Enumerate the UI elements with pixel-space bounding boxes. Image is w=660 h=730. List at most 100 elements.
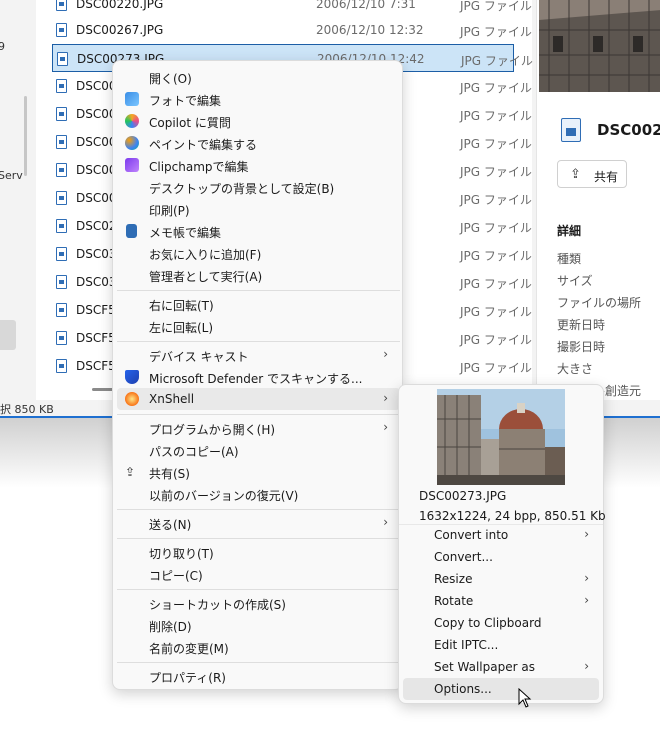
- chevron-right-icon: ›: [383, 347, 388, 361]
- menu-item-ask-copilot[interactable]: Copilot に質問: [117, 110, 400, 132]
- menu-item-create-shortcut[interactable]: ショートカットの作成(S): [117, 592, 400, 614]
- submenu-item-label: Convert...: [434, 550, 493, 564]
- menu-item-open[interactable]: 開く(O): [117, 66, 400, 88]
- menu-separator: [117, 290, 400, 291]
- jpg-file-icon: [56, 247, 67, 261]
- file-type: JPG ファイル: [460, 109, 532, 123]
- property-label: 種類: [557, 252, 582, 266]
- file-type: JPG ファイル: [460, 0, 532, 13]
- menu-item-xnshell[interactable]: XnShell ›: [117, 388, 400, 410]
- property-label: サイズ: [557, 274, 593, 288]
- submenu-item-copy-to-clipboard[interactable]: Copy to Clipboard: [403, 612, 599, 634]
- menu-item-rename[interactable]: 名前の変更(M): [117, 636, 400, 658]
- paint-icon: [125, 136, 139, 150]
- chevron-right-icon: ›: [383, 391, 388, 405]
- menu-item-rotate-right[interactable]: 右に回転(T): [117, 293, 400, 315]
- property-label: ファイルの場所: [557, 296, 642, 310]
- menu-item-add-favorites[interactable]: お気に入りに追加(F): [117, 242, 400, 264]
- share-icon: ⇪: [570, 167, 581, 182]
- menu-separator: [117, 589, 400, 590]
- menu-item-label: お気に入りに追加(F): [149, 248, 262, 262]
- mouse-cursor-icon: [518, 687, 532, 711]
- property-label: 更新日時: [557, 318, 606, 332]
- submenu-item-edit-iptc[interactable]: Edit IPTC...: [403, 634, 599, 656]
- submenu-item-convert[interactable]: Convert...: [403, 546, 599, 568]
- property-label: 大きさ: [557, 362, 594, 376]
- menu-item-copy[interactable]: コピー(C): [117, 563, 400, 585]
- menu-item-copy-path[interactable]: パスのコピー(A): [117, 439, 400, 461]
- chevron-right-icon: ›: [584, 659, 589, 673]
- jpg-file-icon: [56, 331, 67, 345]
- xnshell-submenu: DSC00273.JPG 1632x1224, 24 bpp, 850.51 K…: [398, 384, 606, 704]
- menu-item-share[interactable]: ⇪ 共有(S): [117, 461, 400, 483]
- menu-item-send-to[interactable]: 送る(N) ›: [117, 512, 400, 534]
- submenu-item-label: Rotate: [434, 594, 474, 608]
- submenu-item-resize[interactable]: Resize ›: [403, 568, 599, 590]
- menu-item-cut[interactable]: 切り取り(T): [117, 541, 400, 563]
- jpg-file-icon: [561, 118, 581, 142]
- menu-item-restore-previous-versions[interactable]: 以前のバージョンの復元(V): [117, 483, 400, 505]
- jpg-file-icon: [56, 0, 67, 11]
- jpg-file-icon: [56, 275, 67, 289]
- menu-item-label: 印刷(P): [149, 204, 190, 218]
- details-heading: 詳細: [557, 224, 582, 238]
- menu-item-label: 削除(D): [149, 620, 192, 634]
- submenu-item-options[interactable]: Options...: [403, 678, 599, 700]
- submenu-item-convert-into[interactable]: Convert into ›: [403, 524, 599, 546]
- menu-item-rotate-left[interactable]: 左に回転(L): [117, 315, 400, 337]
- menu-item-label: ショートカットの作成(S): [149, 598, 286, 612]
- menu-item-device-cast[interactable]: デバイス キャスト ›: [117, 344, 400, 366]
- share-button[interactable]: ⇪ 共有: [557, 160, 627, 188]
- jpg-file-icon: [56, 219, 67, 233]
- submenu-item-label: Resize: [434, 572, 473, 586]
- file-name: DSC00267.JPG: [76, 23, 164, 37]
- menu-item-defender-scan[interactable]: Microsoft Defender でスキャンする...: [117, 366, 400, 388]
- menu-separator: [117, 662, 400, 663]
- menu-item-label: デバイス キャスト: [149, 350, 249, 364]
- jpg-file-icon: [56, 163, 67, 177]
- menu-item-label: 開く(O): [149, 72, 192, 86]
- status-selection-size: 択 850 KB: [0, 403, 54, 416]
- menu-item-label: XnShell: [149, 392, 195, 406]
- menu-item-run-as-admin[interactable]: 管理者として実行(A): [117, 264, 400, 286]
- menu-item-label: フォトで編集: [149, 94, 222, 108]
- preview-file-info: 1632x1224, 24 bpp, 850.51 Kb: [419, 509, 606, 523]
- submenu-item-label: Options...: [434, 682, 492, 696]
- file-type: JPG ファイル: [460, 333, 532, 347]
- details-file-title: DSC0027: [597, 121, 660, 139]
- menu-item-label: 共有(S): [149, 467, 190, 481]
- jpg-file-icon: [56, 23, 67, 37]
- photos-icon: [125, 92, 139, 106]
- defender-icon: [125, 370, 139, 384]
- file-type: JPG ファイル: [460, 249, 532, 263]
- menu-item-edit-clipchamp[interactable]: Clipchampで編集: [117, 154, 400, 176]
- nav-selected-item[interactable]: [0, 320, 16, 350]
- submenu-item-set-wallpaper[interactable]: Set Wallpaper as ›: [403, 656, 599, 678]
- file-type: JPG ファイル: [460, 305, 532, 319]
- menu-item-edit-notepad[interactable]: メモ帳で編集: [117, 220, 400, 242]
- file-row[interactable]: DSC00267.JPG 2006/12/10 12:32 JPG ファイル: [52, 16, 532, 44]
- share-icon: ⇪: [125, 465, 136, 479]
- menu-item-label: Copilot に質問: [149, 116, 231, 130]
- file-type: JPG ファイル: [461, 54, 533, 68]
- nav-scrollbar[interactable]: [24, 96, 27, 176]
- menu-item-label: パスのコピー(A): [149, 445, 239, 459]
- submenu-item-rotate[interactable]: Rotate ›: [403, 590, 599, 612]
- menu-item-print[interactable]: 印刷(P): [117, 198, 400, 220]
- menu-item-delete[interactable]: 削除(D): [117, 614, 400, 636]
- menu-item-edit-paint[interactable]: ペイントで編集する: [117, 132, 400, 154]
- file-type: JPG ファイル: [460, 25, 532, 39]
- menu-item-label: ペイントで編集する: [149, 138, 258, 152]
- menu-item-properties[interactable]: プロパティ(R): [117, 665, 400, 687]
- menu-item-edit-photos[interactable]: フォトで編集: [117, 88, 400, 110]
- menu-item-label: Microsoft Defender でスキャンする...: [149, 372, 363, 386]
- file-date: 2006/12/10 7:31: [316, 0, 416, 11]
- xnshell-icon: [125, 392, 139, 406]
- menu-item-open-with[interactable]: プログラムから開く(H) ›: [117, 417, 400, 439]
- chevron-right-icon: ›: [584, 571, 589, 585]
- nav-fragment: Serv: [0, 169, 23, 182]
- details-pane: DSC0027 ⇪ 共有 詳細 種類 サイズ ファイルの場所 更新日時 撮影日時…: [536, 0, 660, 400]
- chevron-right-icon: ›: [584, 593, 589, 607]
- menu-item-set-desktop-background[interactable]: デスクトップの背景として設定(B): [117, 176, 400, 198]
- navigation-pane[interactable]: 9 Serv: [0, 0, 36, 400]
